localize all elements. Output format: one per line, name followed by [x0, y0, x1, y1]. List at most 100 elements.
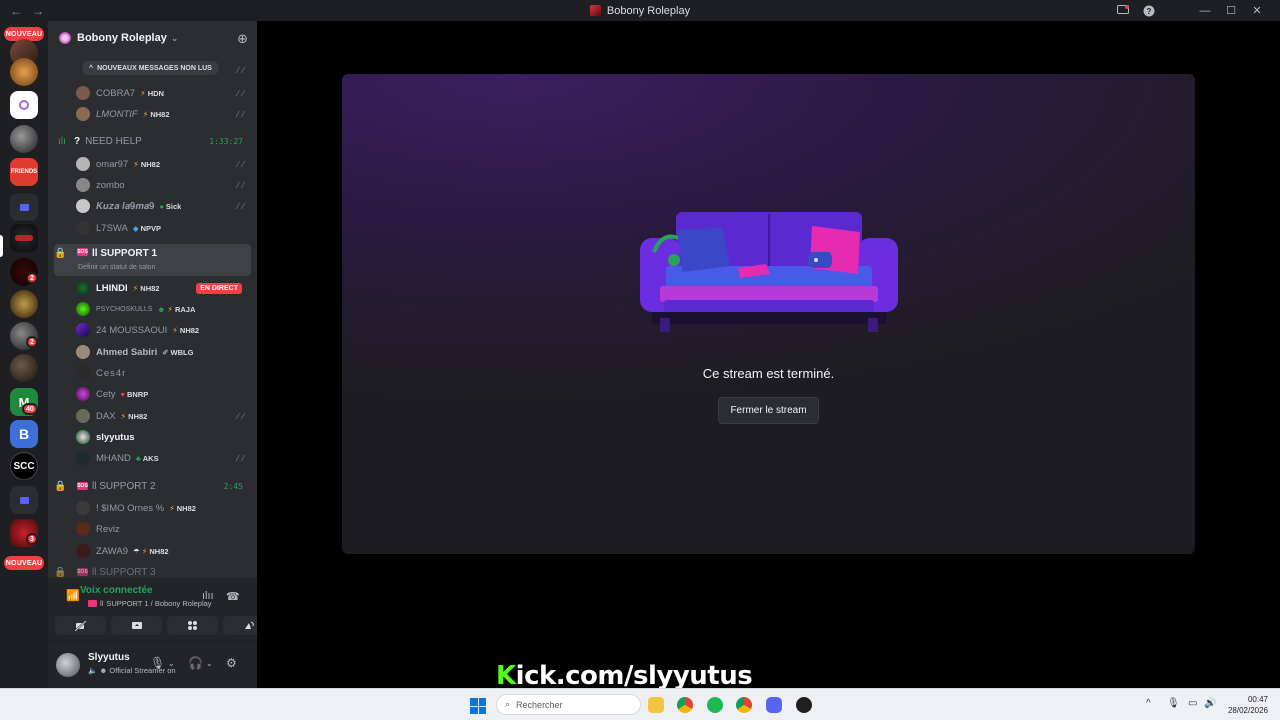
windows-taskbar: ⌕ Rechercher ^ 🎙 ▭ 🔊 00:47 28/02/2026: [0, 688, 1280, 720]
tray-overflow-icon[interactable]: ^: [1146, 698, 1151, 709]
server-icon-friends[interactable]: FRIENDS: [10, 158, 38, 186]
member-name: L7SWA: [96, 222, 128, 234]
voice-member[interactable]: MHAND ♣ AKS ⁄⁄: [76, 448, 248, 468]
server-icon[interactable]: [10, 354, 38, 382]
voice-member[interactable]: omar97 ⚡ NH82 ⁄⁄: [76, 154, 248, 174]
taskbar-clock[interactable]: 00:47 28/02/2026: [1228, 694, 1268, 716]
chevron-down-icon[interactable]: ⌄: [168, 659, 175, 668]
voice-member[interactable]: L7SWA ◆ NPVP: [76, 218, 248, 238]
live-badge: EN DIRECT: [196, 282, 242, 294]
voice-member[interactable]: Cety ♥ BNRP: [76, 384, 248, 404]
voice-channel-support-2[interactable]: 🔒 SOS ll SUPPORT 2 2:45: [54, 476, 251, 496]
voice-member[interactable]: ! $IMO Ornes % ⚡ NH82: [76, 498, 248, 518]
server-icon[interactable]: [10, 91, 38, 119]
camera-off-button[interactable]: [55, 616, 106, 635]
screen-share-button[interactable]: [111, 616, 162, 635]
member-tag: ♣ AKS: [135, 453, 159, 463]
server-icon-b[interactable]: B: [10, 420, 38, 448]
lock-icon: 🔒: [54, 567, 67, 577]
back-arrow-icon[interactable]: ←: [10, 4, 22, 18]
microphone-icon[interactable]: 🎙: [150, 656, 165, 670]
voice-member[interactable]: Ces4r: [76, 363, 248, 383]
channel-status-prompt[interactable]: Définir un statut de salon: [78, 264, 155, 271]
close-stream-button[interactable]: Fermer le stream: [718, 397, 819, 424]
help-icon[interactable]: ?: [1136, 0, 1162, 21]
microphone-tray-icon[interactable]: 🎙: [1167, 698, 1180, 709]
gear-icon[interactable]: ⚙: [226, 656, 237, 670]
clock-time: 00:47: [1247, 695, 1268, 704]
app-icon[interactable]: [796, 697, 812, 713]
channel-name: NEED HELP: [85, 135, 142, 147]
voice-member[interactable]: LHINDI ⚡ NH82 EN DIRECT: [76, 278, 248, 298]
voice-member-self[interactable]: slyyutus: [76, 427, 248, 447]
server-icon[interactable]: [10, 58, 38, 86]
disconnect-icon[interactable]: ☎: [226, 590, 240, 603]
voice-member[interactable]: DAX ⚡ NH82 ⁄⁄: [76, 406, 248, 426]
unread-banner-label: NOUVEAUX MESSAGES NON LUS: [97, 64, 212, 72]
user-avatar[interactable]: [56, 653, 80, 677]
member-name: DAX: [96, 410, 116, 422]
windows-start-icon[interactable]: [470, 698, 486, 714]
chrome-icon[interactable]: [677, 697, 693, 713]
avatar: [76, 86, 90, 100]
add-member-icon[interactable]: ⊕: [237, 31, 248, 47]
voice-member[interactable]: PSYCHOSKULLS ☻ ⚡ RAJA: [76, 299, 248, 319]
folder-icon[interactable]: [10, 193, 38, 221]
signal-icon[interactable]: 📶: [66, 589, 80, 602]
member-name: omar97: [96, 158, 129, 170]
voice-channel-support-3[interactable]: 🔒 SOS ll SUPPORT 3: [54, 567, 251, 577]
minimize-button[interactable]: —: [1192, 0, 1218, 21]
deafened-icon: ⁄⁄: [237, 180, 248, 190]
chrome-profile-icon[interactable]: [736, 697, 752, 713]
sos-icon: SOS: [77, 482, 88, 490]
channel-name: ll SUPPORT 3: [92, 567, 156, 577]
member-name: LMONTIF: [96, 108, 138, 120]
server-icon-bobony[interactable]: [10, 224, 38, 252]
voice-channel-link[interactable]: ll SUPPORT 1 / Bobony Roleplay: [88, 599, 212, 608]
member-name: slyyutus: [96, 431, 135, 443]
folder-icon[interactable]: [10, 486, 38, 514]
server-icon-scc[interactable]: SCC: [10, 452, 38, 480]
new-servers-pill[interactable]: NOUVEAU: [4, 556, 44, 570]
forward-arrow-icon[interactable]: →: [32, 4, 44, 18]
close-button[interactable]: ✕: [1244, 0, 1270, 21]
member-tag: ● Sick: [159, 201, 182, 211]
voice-member[interactable]: Reviz: [76, 519, 248, 539]
member-tag: ⚡ NH82: [132, 283, 160, 293]
avatar: [76, 221, 90, 235]
voice-member[interactable]: Ahmed Sabiri ✐ WBLG: [76, 342, 248, 362]
taskbar-search[interactable]: ⌕ Rechercher: [496, 694, 641, 715]
voice-member[interactable]: ZAWA9 ☂ ⚡ NH82: [76, 541, 248, 561]
member-name: Cety: [96, 388, 116, 400]
unread-messages-banner[interactable]: ^ NOUVEAUX MESSAGES NON LUS: [82, 61, 219, 75]
member-tag: ⚡ NH82: [133, 159, 161, 169]
server-header[interactable]: Bobony Roleplay ⌄ ⊕: [48, 21, 257, 55]
voice-member[interactable]: LMONTIF ⚡ NH82 ⁄⁄: [76, 104, 248, 124]
discord-icon[interactable]: [766, 697, 782, 713]
deafened-icon: ⁄⁄: [237, 88, 248, 98]
chevron-down-icon[interactable]: ⌄: [206, 659, 213, 668]
volume-icon[interactable]: 🔊: [1204, 698, 1216, 709]
file-explorer-icon[interactable]: [648, 697, 664, 713]
activities-button[interactable]: [167, 616, 218, 635]
user-name: Slyyutus: [88, 652, 130, 663]
noise-suppression-icon[interactable]: ılıı: [202, 590, 214, 602]
voice-channel-need-help[interactable]: ılı ? NEED HELP 1:33:27: [54, 131, 251, 151]
member-tag: ✐ WBLG: [162, 347, 194, 357]
avatar: [76, 107, 90, 121]
voice-member[interactable]: 𝑲𝒖𝒛𝒂 𝒍𝒂𝟗𝒎𝒂𝟗 ● Sick ⁄⁄: [76, 196, 248, 216]
avatar: [76, 451, 90, 465]
voice-member[interactable]: zombo ⁄⁄: [76, 175, 248, 195]
maximize-button[interactable]: ☐: [1218, 0, 1244, 21]
server-icon[interactable]: [10, 125, 38, 153]
inbox-icon[interactable]: [1110, 0, 1136, 21]
voice-connection-panel: 📶 Voix connectée ll SUPPORT 1 / Bobony Ro…: [48, 578, 274, 642]
headphones-icon[interactable]: 🎧: [188, 656, 203, 670]
voice-channel-support-1[interactable]: 🔒 SOS ll SUPPORT 1 Définir un statut de …: [54, 244, 251, 276]
search-placeholder: Rechercher: [516, 699, 563, 710]
voice-member[interactable]: COBRA7 ⚡ HDN ⁄⁄: [76, 83, 248, 103]
server-icon[interactable]: [10, 290, 38, 318]
voice-member[interactable]: 24 MOUSSAOUI ⚡ NH82: [76, 320, 248, 340]
spotify-icon[interactable]: [707, 697, 723, 713]
network-icon[interactable]: ▭: [1188, 698, 1197, 709]
